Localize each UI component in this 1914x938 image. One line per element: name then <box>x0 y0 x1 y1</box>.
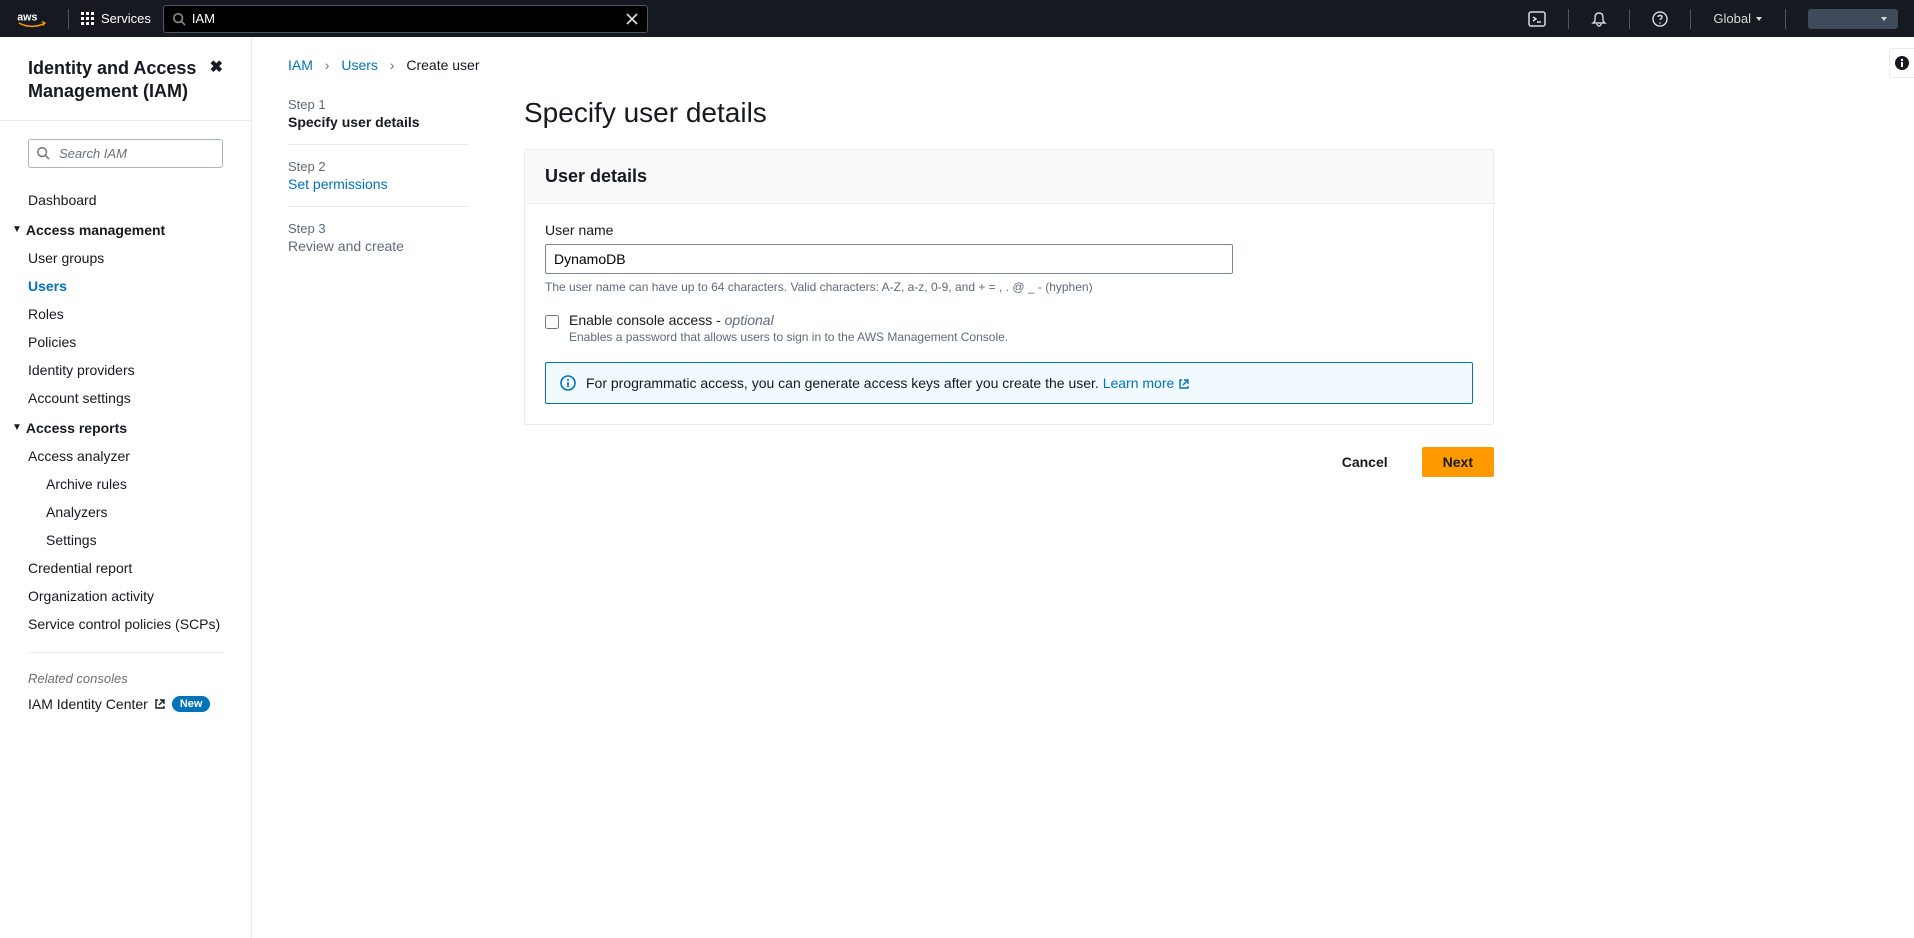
divider <box>1785 9 1786 29</box>
caret-down-icon <box>1880 15 1888 23</box>
divider <box>68 9 69 29</box>
cancel-button[interactable]: Cancel <box>1322 447 1408 477</box>
chevron-right-icon: › <box>390 57 395 73</box>
info-text: For programmatic access, you can generat… <box>586 375 1103 391</box>
console-access-label: Enable console access - optional <box>569 312 1008 328</box>
cloudshell-icon[interactable] <box>1518 0 1556 37</box>
info-box: For programmatic access, you can generat… <box>545 362 1473 404</box>
console-access-row: Enable console access - optional Enables… <box>545 312 1473 344</box>
panel-header: User details <box>525 150 1493 204</box>
caret-down-icon <box>1755 15 1763 23</box>
content-area: IAM › Users › Create user Step 1 Specify… <box>252 37 1914 938</box>
sidebar-search <box>28 139 223 168</box>
close-icon[interactable] <box>625 12 639 26</box>
region-selector[interactable]: Global <box>1703 11 1773 26</box>
sidebar-item-scps[interactable]: Service control policies (SCPs) <box>0 610 251 638</box>
new-badge: New <box>172 696 211 712</box>
username-input[interactable] <box>545 244 1233 274</box>
grid-icon <box>81 12 95 26</box>
sidebar-item-identity-center[interactable]: IAM Identity Center New <box>0 690 251 718</box>
breadcrumb-iam[interactable]: IAM <box>288 57 313 73</box>
next-button[interactable]: Next <box>1422 447 1494 477</box>
divider <box>1629 9 1630 29</box>
sidebar-item-policies[interactable]: Policies <box>0 328 251 356</box>
services-menu[interactable]: Services <box>81 11 151 26</box>
console-access-desc: Enables a password that allows users to … <box>569 330 1008 344</box>
sidebar-item-user-groups[interactable]: User groups <box>0 244 251 272</box>
divider <box>1568 9 1569 29</box>
breadcrumb-users[interactable]: Users <box>341 57 378 73</box>
step-title: Review and create <box>288 238 468 254</box>
learn-more-link[interactable]: Learn more <box>1103 375 1190 391</box>
step-number: Step 2 <box>288 159 468 174</box>
sidebar: Identity and Access Management (IAM) ✖ D… <box>0 37 252 938</box>
global-search[interactable] <box>163 5 648 33</box>
search-icon <box>172 12 186 26</box>
step-number: Step 3 <box>288 221 468 236</box>
link-text: Learn more <box>1103 375 1175 391</box>
sidebar-item-credential-report[interactable]: Credential report <box>0 554 251 582</box>
console-access-checkbox[interactable] <box>545 315 559 329</box>
wizard-step-2[interactable]: Step 2 Set permissions <box>288 159 468 207</box>
sidebar-section-access-reports[interactable]: ▼ Access reports <box>0 412 251 442</box>
sidebar-item-users[interactable]: Users <box>0 272 251 300</box>
divider <box>28 652 223 653</box>
aws-logo[interactable]: aws <box>16 10 48 28</box>
label-text: Enable console access - <box>569 312 725 328</box>
caret-down-icon: ▼ <box>12 422 22 433</box>
sidebar-item-dashboard[interactable]: Dashboard <box>0 186 251 214</box>
sidebar-close-icon[interactable]: ✖ <box>210 57 223 77</box>
section-label: Access reports <box>26 420 127 436</box>
sidebar-item-archive-rules[interactable]: Archive rules <box>0 470 251 498</box>
top-navbar: aws Services Global <box>0 0 1914 37</box>
link-label: IAM Identity Center <box>28 696 148 712</box>
sidebar-item-access-analyzer[interactable]: Access analyzer <box>0 442 251 470</box>
info-icon <box>560 375 576 391</box>
notifications-icon[interactable] <box>1581 0 1617 37</box>
sidebar-search-input[interactable] <box>28 139 223 168</box>
help-icon[interactable] <box>1642 0 1678 37</box>
info-text-container: For programmatic access, you can generat… <box>586 375 1190 391</box>
username-label: User name <box>545 222 1473 238</box>
search-icon <box>36 146 50 160</box>
sidebar-item-identity-providers[interactable]: Identity providers <box>0 356 251 384</box>
sidebar-section-access-mgmt[interactable]: ▼ Access management <box>0 214 251 244</box>
page-title: Specify user details <box>524 97 1494 129</box>
info-panel-toggle[interactable] <box>1889 48 1914 78</box>
sidebar-item-settings[interactable]: Settings <box>0 526 251 554</box>
wizard-steps: Step 1 Specify user details Step 2 Set p… <box>288 97 468 477</box>
region-label: Global <box>1713 11 1751 26</box>
topnav-right: Global <box>1518 0 1898 37</box>
wizard-step-3: Step 3 Review and create <box>288 221 468 268</box>
optional-text: optional <box>725 312 774 328</box>
services-label: Services <box>101 11 151 26</box>
chevron-right-icon: › <box>325 57 330 73</box>
username-hint: The user name can have up to 64 characte… <box>545 280 1473 294</box>
svg-text:aws: aws <box>17 11 37 23</box>
step-number: Step 1 <box>288 97 468 112</box>
account-selector[interactable] <box>1808 9 1898 29</box>
user-details-panel: User details User name The user name can… <box>524 149 1494 425</box>
related-consoles-label: Related consoles <box>0 667 251 690</box>
external-link-icon <box>154 698 166 710</box>
wizard-step-1: Step 1 Specify user details <box>288 97 468 145</box>
breadcrumb-current: Create user <box>406 57 479 73</box>
caret-down-icon: ▼ <box>12 224 22 235</box>
sidebar-item-analyzers[interactable]: Analyzers <box>0 498 251 526</box>
section-label: Access management <box>26 222 165 238</box>
step-title: Specify user details <box>288 114 468 130</box>
wizard-actions: Cancel Next <box>524 447 1494 477</box>
sidebar-item-organization-activity[interactable]: Organization activity <box>0 582 251 610</box>
global-search-input[interactable] <box>192 11 625 26</box>
sidebar-item-roles[interactable]: Roles <box>0 300 251 328</box>
breadcrumb: IAM › Users › Create user <box>288 57 1878 73</box>
divider <box>0 120 251 121</box>
step-title: Set permissions <box>288 176 468 192</box>
sidebar-item-account-settings[interactable]: Account settings <box>0 384 251 412</box>
sidebar-title: Identity and Access Management (IAM) <box>28 57 210 104</box>
panel-title: User details <box>545 166 1473 187</box>
panel-body: User name The user name can have up to 6… <box>525 204 1493 424</box>
wizard-main: Specify user details User details User n… <box>524 97 1494 477</box>
divider <box>1690 9 1691 29</box>
